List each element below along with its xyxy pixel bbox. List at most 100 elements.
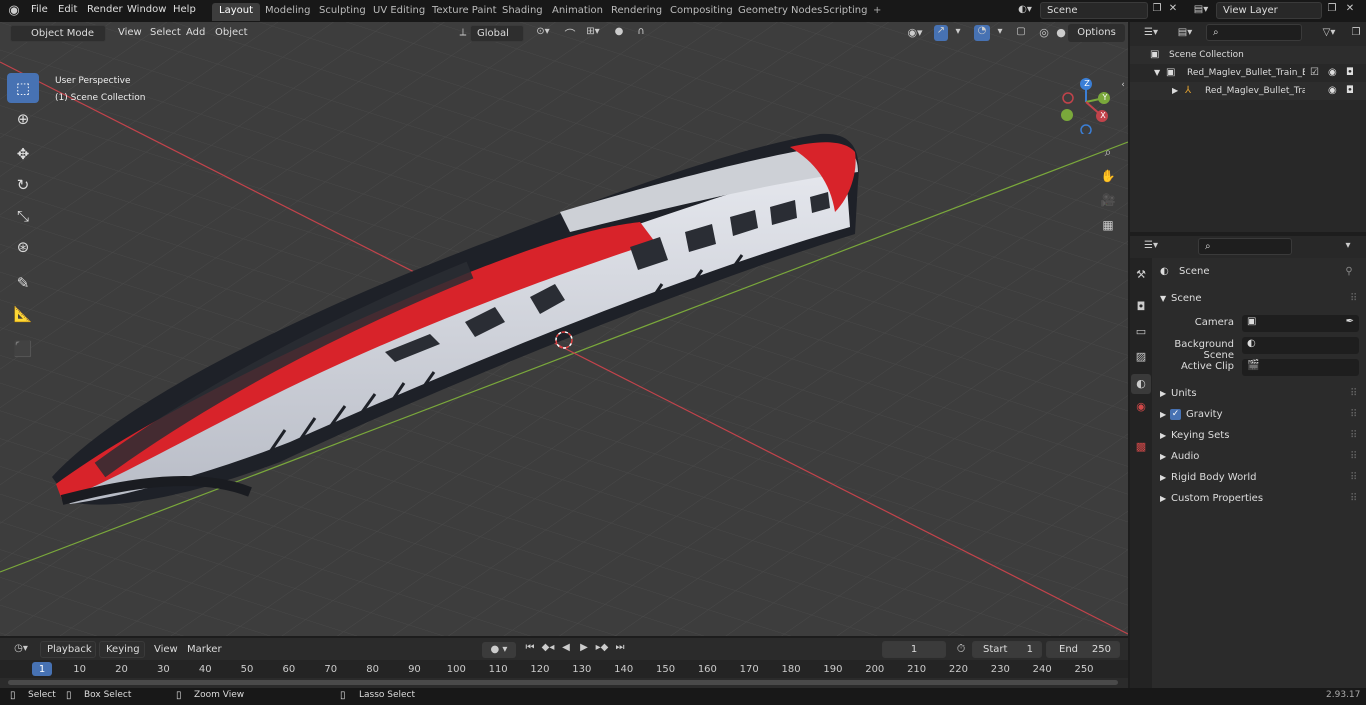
drag-handle-icon[interactable]: ⠿ <box>1350 489 1357 509</box>
section-units[interactable]: ▶ Units ⠿ <box>1158 384 1362 404</box>
zoom-icon[interactable]: ⌕ <box>1099 143 1117 161</box>
eyedropper-icon[interactable]: ✒ <box>1346 316 1354 327</box>
outliner-search-input[interactable]: ⌕ <box>1206 24 1302 41</box>
tab-geometry-nodes[interactable]: Geometry Nodes <box>731 3 829 21</box>
blender-logo-icon[interactable]: ◉ <box>6 3 22 19</box>
drag-handle-icon[interactable]: ⠿ <box>1350 289 1357 309</box>
scene-panel-header[interactable]: ▼ Scene ⠿ <box>1158 289 1362 309</box>
menu-file[interactable]: File <box>31 4 48 15</box>
section-gravity[interactable]: ▶ ✓ Gravity ⠿ <box>1158 405 1362 425</box>
drag-handle-icon[interactable]: ⠿ <box>1350 426 1357 446</box>
shading-wireframe-icon[interactable]: ◎ <box>1036 26 1052 39</box>
delete-scene-icon[interactable]: ✕ <box>1167 3 1179 14</box>
section-custom-properties[interactable]: ▶ Custom Properties ⠿ <box>1158 489 1362 509</box>
texture-tab-icon[interactable]: ▩ <box>1133 440 1149 453</box>
annotate-tool-icon[interactable]: ✎ <box>7 268 39 298</box>
gizmo-toggle-icon[interactable]: ↗ <box>934 25 948 41</box>
mode-selector[interactable]: Object Mode <box>10 25 106 42</box>
outliner-editor-type-icon[interactable]: ☰▾ <box>1138 27 1164 38</box>
scene-selector-icon[interactable]: ◐▾ <box>1014 4 1036 15</box>
scene-name-field[interactable]: Scene <box>1040 2 1148 19</box>
playback-menu[interactable]: Playback <box>40 641 96 658</box>
tab-animation[interactable]: Animation <box>545 3 610 21</box>
prev-keyframe-icon[interactable]: ◆◂ <box>540 642 556 653</box>
overlays-toggle-icon[interactable]: ◔ <box>974 25 990 41</box>
timeline-marker-menu[interactable]: Marker <box>187 644 222 655</box>
properties-search-input[interactable]: ⌕ <box>1198 238 1292 255</box>
render-tab-icon[interactable]: ◘ <box>1133 300 1149 313</box>
drag-handle-icon[interactable]: ⠿ <box>1350 384 1357 404</box>
properties-editor-type-icon[interactable]: ☰▾ <box>1138 240 1164 251</box>
eye-icon[interactable]: ◉ <box>1328 82 1337 100</box>
background-scene-field[interactable]: ◐ <box>1242 337 1359 354</box>
view-layer-field[interactable]: View Layer <box>1216 2 1322 19</box>
menu-help[interactable]: Help <box>173 4 196 15</box>
proportional-falloff-icon[interactable]: ∩ <box>630 26 652 37</box>
eye-icon[interactable]: ◉ <box>1328 64 1337 82</box>
new-view-layer-icon[interactable]: ❐ <box>1325 3 1339 14</box>
camera-view-icon[interactable]: 🎥 <box>1099 191 1117 209</box>
transform-orientation-select[interactable]: Global <box>470 25 524 42</box>
record-keyframe-icon[interactable]: ● ▾ <box>482 642 516 658</box>
jump-start-icon[interactable]: ⏮ <box>522 642 538 653</box>
keying-menu[interactable]: Keying <box>99 641 145 658</box>
expand-arrow-icon[interactable]: ▶ <box>1172 82 1178 100</box>
play-reverse-icon[interactable]: ◀ <box>558 642 574 653</box>
gravity-checkbox[interactable]: ✓ <box>1170 409 1181 420</box>
play-icon[interactable]: ▶ <box>576 642 592 653</box>
timeline-editor-type-icon[interactable]: ◷▾ <box>8 643 34 654</box>
timeline-scrollbar[interactable] <box>8 680 1118 685</box>
move-tool-icon[interactable]: ✥ <box>7 139 39 169</box>
transform-tool-icon[interactable]: ⊛ <box>7 232 39 262</box>
output-tab-icon[interactable]: ▭ <box>1133 325 1149 338</box>
view-layer-tab-icon[interactable]: ▨ <box>1133 350 1149 363</box>
new-collection-icon[interactable]: ❐ <box>1350 27 1362 38</box>
end-frame-field[interactable]: End 250 <box>1046 641 1120 658</box>
tab-texture-paint[interactable]: Texture Paint <box>425 3 504 21</box>
outliner-row-collection[interactable]: ▼ ▣ Red_Maglev_Bullet_Train_Eng ☑ ◉ ◘ <box>1130 64 1366 82</box>
tab-compositing[interactable]: Compositing <box>663 3 740 21</box>
jump-end-icon[interactable]: ⏭ <box>612 642 628 653</box>
tab-shading[interactable]: Shading <box>495 3 550 21</box>
pivot-point-icon[interactable]: ⊙▾ <box>532 26 554 37</box>
tab-rendering[interactable]: Rendering <box>604 3 669 21</box>
overlays-dropdown-icon[interactable]: ▾ <box>994 26 1006 37</box>
outliner-row-scene-collection[interactable]: ▣ Scene Collection <box>1130 46 1366 64</box>
menu-render[interactable]: Render <box>87 4 123 15</box>
camera-icon[interactable]: ◘ <box>1346 64 1354 82</box>
tab-uv-editing[interactable]: UV Editing <box>366 3 432 21</box>
snap-target-icon[interactable]: ⊞▾ <box>582 26 604 37</box>
scale-tool-icon[interactable]: ⤡ <box>7 201 39 231</box>
add-workspace-button[interactable]: + <box>866 3 888 21</box>
scene-tab-icon[interactable]: ◐ <box>1131 374 1151 394</box>
camera-field[interactable]: ▣ ✒ <box>1242 315 1359 332</box>
proportional-edit-icon[interactable]: ● <box>612 26 626 37</box>
menu-window[interactable]: Window <box>127 4 166 15</box>
shading-solid-icon[interactable]: ● <box>1053 26 1069 39</box>
camera-icon[interactable]: ◘ <box>1346 82 1354 100</box>
drag-handle-icon[interactable]: ⠿ <box>1350 405 1357 425</box>
sidebar-toggle-icon[interactable]: ‹ <box>1118 80 1128 90</box>
drag-handle-icon[interactable]: ⠿ <box>1350 447 1357 467</box>
stopwatch-icon[interactable]: ⏱ <box>953 642 969 656</box>
section-audio[interactable]: ▶ Audio ⠿ <box>1158 447 1362 467</box>
add-cube-tool-icon[interactable]: ⬛ <box>7 334 39 364</box>
start-frame-field[interactable]: Start 1 <box>972 641 1042 658</box>
measure-tool-icon[interactable]: 📐 <box>7 299 39 329</box>
outliner-display-mode-icon[interactable]: ▤▾ <box>1172 27 1198 38</box>
select-box-tool-icon[interactable]: ⬚ <box>7 73 39 103</box>
viewport-menu-object[interactable]: Object <box>215 27 248 38</box>
pan-hand-icon[interactable]: ✋ <box>1099 167 1117 185</box>
current-frame-field[interactable]: 1 <box>882 641 946 658</box>
expand-arrow-icon[interactable]: ▼ <box>1154 64 1160 82</box>
timeline-view-menu[interactable]: View <box>154 644 178 655</box>
rotate-tool-icon[interactable]: ↻ <box>7 170 39 200</box>
options-dropdown[interactable]: Options <box>1068 24 1125 42</box>
tab-sculpting[interactable]: Sculpting <box>312 3 373 21</box>
viewport-menu-add[interactable]: Add <box>186 27 205 38</box>
section-keying-sets[interactable]: ▶ Keying Sets ⠿ <box>1158 426 1362 446</box>
3d-viewport[interactable] <box>0 22 1128 636</box>
menu-edit[interactable]: Edit <box>58 4 77 15</box>
properties-options-icon[interactable]: ▾ <box>1342 240 1354 251</box>
tool-tab-icon[interactable]: ⚒ <box>1133 268 1149 281</box>
